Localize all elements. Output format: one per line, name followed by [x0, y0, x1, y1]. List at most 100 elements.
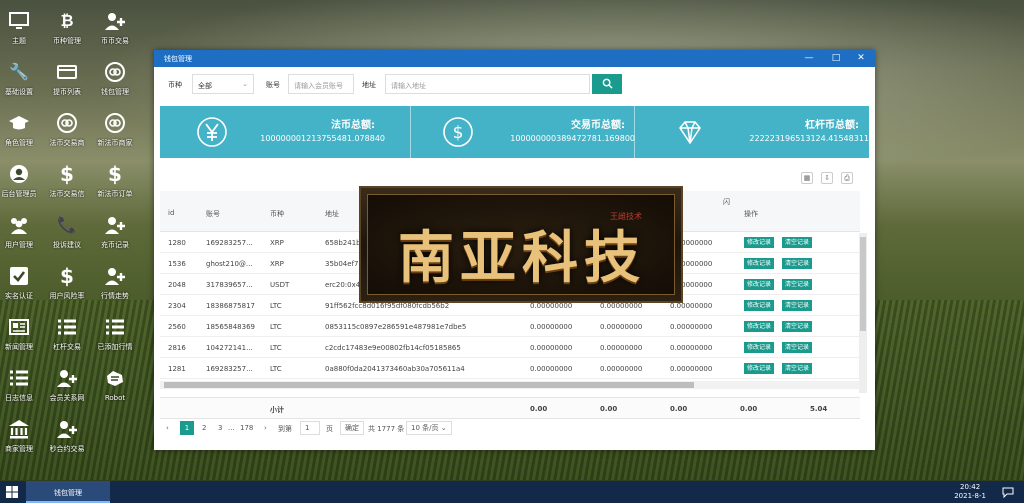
notification-icon[interactable] [1002, 486, 1014, 498]
desktop-icon-label: 投诉建议 [53, 241, 81, 249]
clear-record-button[interactable]: 清空记录 [782, 342, 813, 353]
desktop-icon[interactable]: $ 法币交易信 [45, 163, 89, 199]
print-icon[interactable]: ⎙ [841, 172, 853, 184]
columns-icon[interactable]: ▦ [801, 172, 813, 184]
next-page-button[interactable]: › [264, 424, 267, 432]
desktop-icon[interactable]: 新闻管理 [0, 316, 41, 352]
edit-record-button[interactable]: 修改记录 [744, 300, 775, 311]
desktop-icon[interactable]: 主题 [0, 10, 41, 46]
list-icon [8, 367, 30, 389]
prev-page-button[interactable]: ‹ [166, 424, 169, 432]
desktop-icon[interactable]: 充币记录 [93, 214, 137, 250]
system-clock[interactable]: 20:42 2021-8-1 [954, 483, 986, 501]
desktop-icon[interactable]: 角色管理 [0, 112, 41, 148]
desktop-icon[interactable]: 实名认证 [0, 265, 41, 301]
stat-card-leverage: 杠杆币总额: 222223196513124.41548311 [634, 106, 869, 158]
desktop-icon-label: 用户管理 [5, 241, 33, 249]
close-button[interactable]: ✕ [854, 52, 868, 65]
window-title: 钱包管理 [164, 55, 192, 63]
row-account: 317839657... [206, 281, 253, 289]
row-currency: USDT [270, 281, 290, 289]
table-row[interactable]: 2560 18565848369 LTC 0853115c0897e286591e48… [160, 316, 860, 337]
page-2[interactable]: 2 [202, 424, 206, 432]
desktop-icon[interactable]: 行情走势 [93, 265, 137, 301]
export-icon[interactable]: ⇩ [821, 172, 833, 184]
desktop-icon[interactable]: 已添加行情 [93, 316, 137, 352]
table-row[interactable]: 2816 104272141... LTC c2cdc17483e9e00802fb1… [160, 337, 860, 358]
desktop-icon-label: 法币交易商 [49, 139, 85, 147]
desktop-icon[interactable]: 杠杆交易 [45, 316, 89, 352]
desktop-icon[interactable]: Robot [93, 367, 137, 402]
address-input[interactable]: 请输入地址 [385, 74, 590, 94]
goto-page-input[interactable]: 1 [300, 421, 320, 435]
windows-start-icon[interactable] [6, 486, 18, 498]
desktop-icon[interactable]: 日志信息 [0, 367, 41, 403]
desktop-icon[interactable]: 新法币商家 [93, 112, 137, 148]
stat-divider [410, 106, 411, 158]
row-balance: 0.00000000 [530, 344, 573, 352]
row-address: c2cdc17483e9e00802fb14cf05185865 [325, 344, 461, 352]
desktop-icon[interactable]: 🔧 基础设置 [0, 61, 41, 97]
taskbar-app-wallet[interactable]: 钱包管理 [26, 481, 110, 503]
desktop-icon[interactable]: 提币列表 [45, 61, 89, 97]
minimize-button[interactable]: — [802, 52, 816, 65]
edit-record-button[interactable]: 修改记录 [744, 279, 775, 290]
desktop-icon[interactable]: $ 新法币订单 [93, 163, 137, 199]
maximize-button[interactable]: □ [829, 52, 843, 65]
desktop-icon[interactable]: 秒合约交易 [45, 418, 89, 454]
stat-leverage-value: 222223196513124.41548311 [749, 134, 869, 143]
page-size-select[interactable]: 10 条/页 ⌄ [406, 421, 452, 435]
desktop-icon-label: 商家管理 [5, 445, 33, 453]
horizontal-scrollbar[interactable] [160, 381, 860, 389]
edit-record-button[interactable]: 修改记录 [744, 363, 775, 374]
account-input[interactable]: 请输入会员账号 [288, 74, 354, 94]
search-button[interactable] [592, 74, 622, 94]
check-icon [8, 265, 30, 287]
desktop-icon[interactable]: ₿ 币种管理 [45, 10, 89, 46]
header-actions: 操作 [744, 210, 758, 218]
link-icon [104, 112, 126, 134]
row-balance: 0.00000000 [670, 344, 713, 352]
row-balance: 0.00000000 [530, 302, 573, 310]
clear-record-button[interactable]: 清空记录 [782, 321, 813, 332]
clear-record-button[interactable]: 清空记录 [782, 300, 813, 311]
currency-select[interactable]: 全部 ⌄ [192, 74, 254, 94]
desktop-icon[interactable]: 商家管理 [0, 418, 41, 454]
page-current[interactable]: 1 [180, 421, 194, 435]
clear-record-button[interactable]: 清空记录 [782, 237, 813, 248]
stat-trading-value: 100000000389472781.169800 [510, 134, 635, 143]
table-row[interactable]: 1281 169283257... LTC 0a880f0da2041373460ab… [160, 358, 860, 379]
clear-record-button[interactable]: 清空记录 [782, 279, 813, 290]
clear-record-button[interactable]: 清空记录 [782, 258, 813, 269]
page-size-value: 10 条/页 [411, 424, 439, 432]
desktop-icon-label: 行情走势 [101, 292, 129, 300]
edit-record-button[interactable]: 修改记录 [744, 342, 775, 353]
scrollbar-thumb[interactable] [164, 382, 694, 388]
desktop-icon[interactable]: 会员关系网 [45, 367, 89, 403]
row-currency: LTC [270, 365, 282, 373]
clear-record-button[interactable]: 清空记录 [782, 363, 813, 374]
desktop-icon[interactable]: 法币交易商 [45, 112, 89, 148]
goto-confirm-button[interactable]: 确定 [340, 421, 364, 435]
address-label: 地址 [362, 81, 376, 89]
page-3[interactable]: 3 [218, 424, 222, 432]
desktop-icon[interactable]: 钱包管理 [93, 61, 137, 97]
desktop-icon[interactable]: $ 用户风险率 [45, 265, 89, 301]
desktop-icon[interactable]: 后台管理员 [0, 163, 41, 199]
edit-record-button[interactable]: 修改记录 [744, 237, 775, 248]
desktop-icon[interactable]: 币币交易 [93, 10, 137, 46]
desktop-icon[interactable]: 📞 投诉建议 [45, 214, 89, 250]
currency-label: 币种 [168, 81, 182, 89]
page-unit: 页 [326, 425, 333, 433]
edit-record-button[interactable]: 修改记录 [744, 258, 775, 269]
scrollbar-thumb[interactable] [860, 237, 866, 331]
row-id: 1281 [168, 365, 186, 373]
graduation-icon [8, 112, 30, 134]
edit-record-button[interactable]: 修改记录 [744, 321, 775, 332]
row-address: erc20:0x4 [325, 281, 361, 289]
vertical-scrollbar[interactable] [859, 233, 867, 393]
page-last[interactable]: 178 [240, 424, 253, 432]
window-titlebar[interactable]: 钱包管理 — □ ✕ [154, 50, 875, 67]
bitcoin-icon: ₿ [60, 11, 74, 30]
desktop-icon[interactable]: 用户管理 [0, 214, 41, 250]
